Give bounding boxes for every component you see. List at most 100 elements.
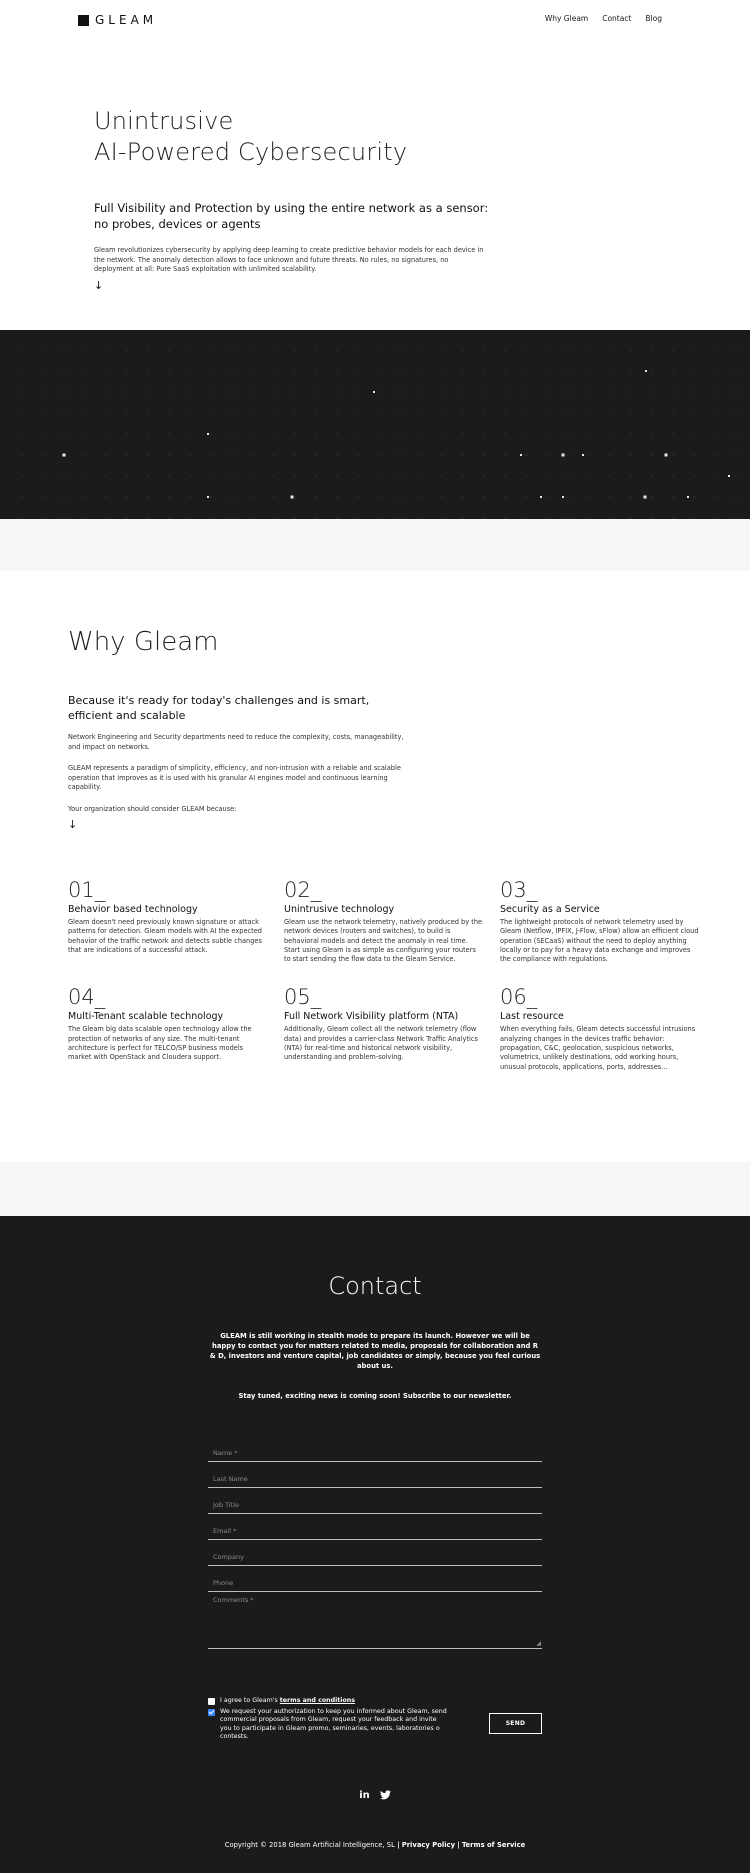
matrix-dot (105, 412, 107, 414)
matrix-dot (525, 391, 527, 393)
matrix-dot (525, 370, 527, 372)
matrix-dot (252, 496, 254, 498)
matrix-dot (651, 391, 653, 393)
scroll-down-arrow-icon[interactable]: ↓ (94, 279, 750, 292)
matrix-dot (483, 475, 485, 477)
matrix-dot (441, 370, 443, 372)
matrix-dot (294, 412, 296, 414)
matrix-dot (609, 412, 611, 414)
matrix-dot (21, 370, 23, 372)
matrix-dot (525, 496, 527, 498)
nav-contact[interactable]: Contact (602, 14, 631, 23)
matrix-dot (210, 412, 212, 414)
email-input[interactable] (213, 1527, 533, 1535)
resize-handle-icon[interactable]: ◢ (536, 1640, 541, 1647)
hero-section: Unintrusive AI-Powered Cybersecurity Ful… (0, 38, 750, 330)
contact-section: Contact GLEAM is still working in stealt… (0, 1216, 750, 1873)
consent-checkbox[interactable] (208, 1708, 215, 1716)
matrix-dot (420, 412, 422, 414)
matrix-dot (189, 370, 191, 372)
matrix-dot (714, 412, 716, 414)
name-input[interactable] (213, 1449, 533, 1457)
job-title-input[interactable] (213, 1501, 533, 1509)
matrix-dot (735, 496, 737, 498)
matrix-dot (714, 475, 716, 477)
matrix-dot (609, 517, 611, 519)
matrix-dot (315, 370, 317, 372)
matrix-dot (378, 496, 380, 498)
matrix-dot (420, 454, 422, 456)
matrix-dot (546, 496, 548, 498)
matrix-dot (567, 412, 569, 414)
why-paragraph-3: Your organization should consider GLEAM … (68, 804, 237, 813)
matrix-dot (609, 454, 611, 456)
twitter-icon[interactable] (379, 1790, 391, 1803)
matrix-dot (210, 349, 212, 351)
matrix-dot (21, 454, 23, 456)
copyright-bar: Copyright © 2018 Gleam Artificial Intell… (0, 1841, 750, 1849)
matrix-dot (483, 412, 485, 414)
why-title: Why Gleam (68, 627, 219, 657)
matrix-dot (693, 433, 695, 435)
matrix-dot (105, 454, 107, 456)
nav-why-gleam[interactable]: Why Gleam (545, 14, 588, 23)
matrix-dot (588, 517, 590, 519)
matrix-dot (273, 517, 275, 519)
matrix-dot (714, 517, 716, 519)
matrix-highlight-dot (664, 453, 668, 457)
matrix-dot (84, 349, 86, 351)
phone-field-wrap (208, 1566, 542, 1592)
matrix-dot (672, 433, 674, 435)
matrix-dot (483, 496, 485, 498)
matrix-dot (651, 496, 653, 498)
logo[interactable]: GLEAM (78, 13, 157, 27)
matrix-dot (735, 475, 737, 477)
matrix-dot (567, 454, 569, 456)
matrix-dot (693, 517, 695, 519)
matrix-dot (168, 370, 170, 372)
terms-of-service-link[interactable]: Terms of Service (462, 1841, 525, 1849)
matrix-dot (189, 349, 191, 351)
matrix-dot (315, 391, 317, 393)
send-button[interactable]: SEND (489, 1713, 542, 1734)
matrix-dot (441, 349, 443, 351)
terms-link[interactable]: terms and conditions (280, 1697, 355, 1704)
matrix-dot (735, 517, 737, 519)
matrix-dot (189, 517, 191, 519)
dot-matrix-banner (0, 330, 750, 519)
matrix-dot (504, 496, 506, 498)
feature-text: Gleam use the network telemetry, nativel… (284, 918, 483, 964)
linkedin-icon[interactable]: in (359, 1790, 370, 1803)
matrix-dot (210, 370, 212, 372)
matrix-dot (231, 475, 233, 477)
terms-checkbox[interactable] (208, 1698, 215, 1705)
matrix-dot (210, 475, 212, 477)
matrix-dot (189, 391, 191, 393)
phone-input[interactable] (213, 1579, 533, 1587)
privacy-policy-link[interactable]: Privacy Policy (402, 1841, 455, 1849)
matrix-dot (126, 370, 128, 372)
matrix-dot (462, 370, 464, 372)
matrix-dot (714, 454, 716, 456)
feature-item: 06_ Last resource When everything fails,… (500, 986, 716, 1071)
section-spacer (0, 519, 750, 571)
scroll-down-arrow-icon[interactable]: ↓ (68, 818, 750, 831)
matrix-dot (672, 517, 674, 519)
matrix-dot (483, 517, 485, 519)
matrix-dot (651, 517, 653, 519)
company-input[interactable] (213, 1553, 533, 1561)
matrix-highlight-dot (687, 496, 689, 498)
matrix-dot (630, 496, 632, 498)
nav-blog[interactable]: Blog (645, 14, 662, 23)
comments-textarea[interactable] (213, 1596, 533, 1642)
matrix-dot (294, 496, 296, 498)
matrix-dot (399, 349, 401, 351)
matrix-dot (252, 454, 254, 456)
matrix-dot (525, 475, 527, 477)
last-name-input[interactable] (213, 1475, 533, 1483)
matrix-dot (378, 349, 380, 351)
feature-number: 06_ (500, 985, 538, 1010)
matrix-dot (210, 454, 212, 456)
matrix-dot (63, 370, 65, 372)
matrix-dot (735, 349, 737, 351)
